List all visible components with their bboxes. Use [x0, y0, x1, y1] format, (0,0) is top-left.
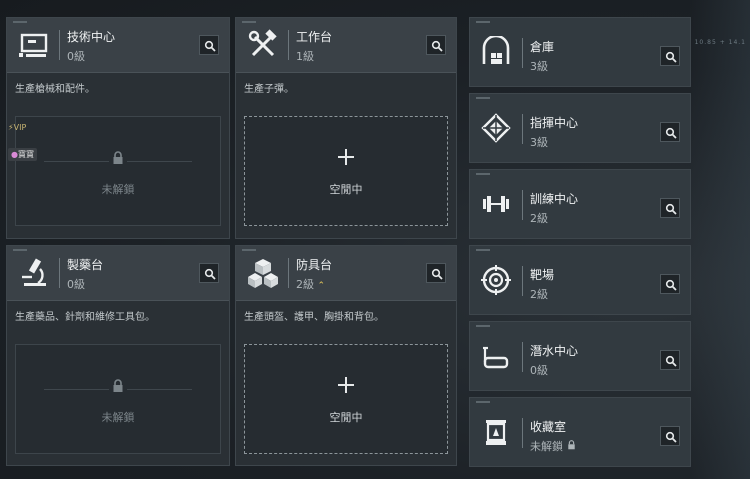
search-icon [431, 268, 443, 280]
plus-icon [338, 377, 354, 393]
locked-slot: 未解鎖 [15, 116, 221, 226]
inspect-button[interactable] [426, 263, 446, 283]
slot-status: 未解鎖 [101, 411, 135, 424]
card-title: 收藏室 [530, 420, 567, 434]
search-icon [665, 203, 677, 215]
slot-status: 空閒中 [329, 411, 363, 424]
search-icon [665, 51, 677, 63]
card-title: 防具台 [296, 258, 333, 272]
search-icon [204, 268, 216, 280]
microscope-icon [16, 255, 52, 291]
search-icon [204, 40, 216, 52]
idle-slot[interactable]: 空閒中 [244, 116, 448, 226]
search-icon [665, 431, 677, 443]
card-title: 靶場 [530, 268, 555, 282]
vip-badge: ⚡VIP [8, 123, 27, 132]
warehouse-icon [480, 34, 512, 68]
card-level: 2級 ⌃ [296, 278, 326, 291]
search-icon [665, 279, 677, 291]
background-decoration [690, 0, 750, 479]
inspect-button[interactable] [660, 198, 680, 218]
card-level: 0級 [67, 50, 85, 63]
card-level: 2級 [530, 212, 548, 225]
card-level: 2級 [530, 288, 548, 301]
card-title: 工作台 [296, 30, 333, 44]
search-icon [665, 127, 677, 139]
lock-icon [113, 151, 123, 164]
card-title: 指揮中心 [530, 116, 579, 130]
card-title: 製藥台 [67, 258, 104, 272]
station-card-shooting-range[interactable]: 靶場 2級 [469, 245, 691, 315]
station-card-diving-center[interactable]: 潛水中心 0級 [469, 321, 691, 391]
locked-slot: 未解鎖 [15, 344, 221, 454]
lock-icon [567, 440, 575, 450]
station-card-pharmacy[interactable]: 製藥台 0級 生產藥品、針劑和維修工具包。 未解鎖 [6, 245, 230, 466]
card-header: 製藥台 0級 [7, 246, 229, 301]
idle-slot[interactable]: 空閒中 [244, 344, 448, 454]
card-description: 生產槍械和配件。 [15, 84, 95, 95]
inspect-button[interactable] [660, 46, 680, 66]
station-card-collection-room[interactable]: 收藏室 未解鎖 [469, 397, 691, 467]
treasure-badge: ●寶寶 [8, 148, 37, 161]
card-description: 生產子彈。 [244, 84, 294, 95]
slot-status: 空閒中 [329, 183, 363, 196]
slot-status: 未解鎖 [101, 183, 135, 196]
inspect-button[interactable] [660, 122, 680, 142]
hammer-wrench-icon [245, 27, 281, 63]
lock-icon [113, 379, 123, 392]
card-title: 技術中心 [67, 30, 116, 44]
card-description: 生產藥品、針劑和維修工具包。 [15, 312, 155, 323]
target-icon [480, 264, 512, 296]
station-card-workbench[interactable]: 工作台 1級 生產子彈。 空閒中 [235, 17, 457, 239]
card-level: 3級 [530, 136, 548, 149]
card-level: 0級 [67, 278, 85, 291]
computer-terminal-icon [16, 27, 52, 63]
upgrade-arrow-icon: ⌃ [317, 281, 326, 291]
inspect-button[interactable] [660, 350, 680, 370]
armor-cubes-icon [245, 255, 281, 291]
card-title: 潛水中心 [530, 344, 579, 358]
inspect-button[interactable] [660, 274, 680, 294]
card-level: 0級 [530, 364, 548, 377]
corner-readout: 10.85 + 14.1 [694, 39, 746, 46]
inspect-button[interactable] [426, 35, 446, 55]
plus-icon [338, 149, 354, 165]
card-level: 未解鎖 [530, 438, 576, 454]
inspect-button[interactable] [199, 263, 219, 283]
dumbbell-icon [480, 188, 512, 220]
card-header: 防具台 2級 ⌃ [236, 246, 456, 301]
card-title: 倉庫 [530, 40, 555, 54]
station-card-training-center[interactable]: 訓練中心 2級 [469, 169, 691, 239]
card-level: 3級 [530, 60, 548, 73]
card-header: 技術中心 0級 [7, 18, 229, 73]
card-header: 工作台 1級 [236, 18, 456, 73]
card-description: 生產頭盔、護甲、胸掛和背包。 [244, 312, 384, 323]
search-icon [431, 40, 443, 52]
card-level: 1級 [296, 50, 314, 63]
station-card-armor[interactable]: 防具台 2級 ⌃ 生產頭盔、護甲、胸掛和背包。 空閒中 [235, 245, 457, 466]
station-card-warehouse[interactable]: 倉庫 3級 [469, 17, 691, 87]
inspect-button[interactable] [199, 35, 219, 55]
station-card-tech-center[interactable]: 技術中心 0級 生產槍械和配件。 未解鎖 [6, 17, 230, 239]
command-emblem-icon [480, 112, 512, 144]
card-title: 訓練中心 [530, 192, 579, 206]
station-card-command-center[interactable]: 指揮中心 3級 [469, 93, 691, 163]
inspect-button[interactable] [660, 426, 680, 446]
display-case-icon [480, 416, 512, 448]
search-icon [665, 355, 677, 367]
diving-mask-icon [480, 340, 512, 372]
